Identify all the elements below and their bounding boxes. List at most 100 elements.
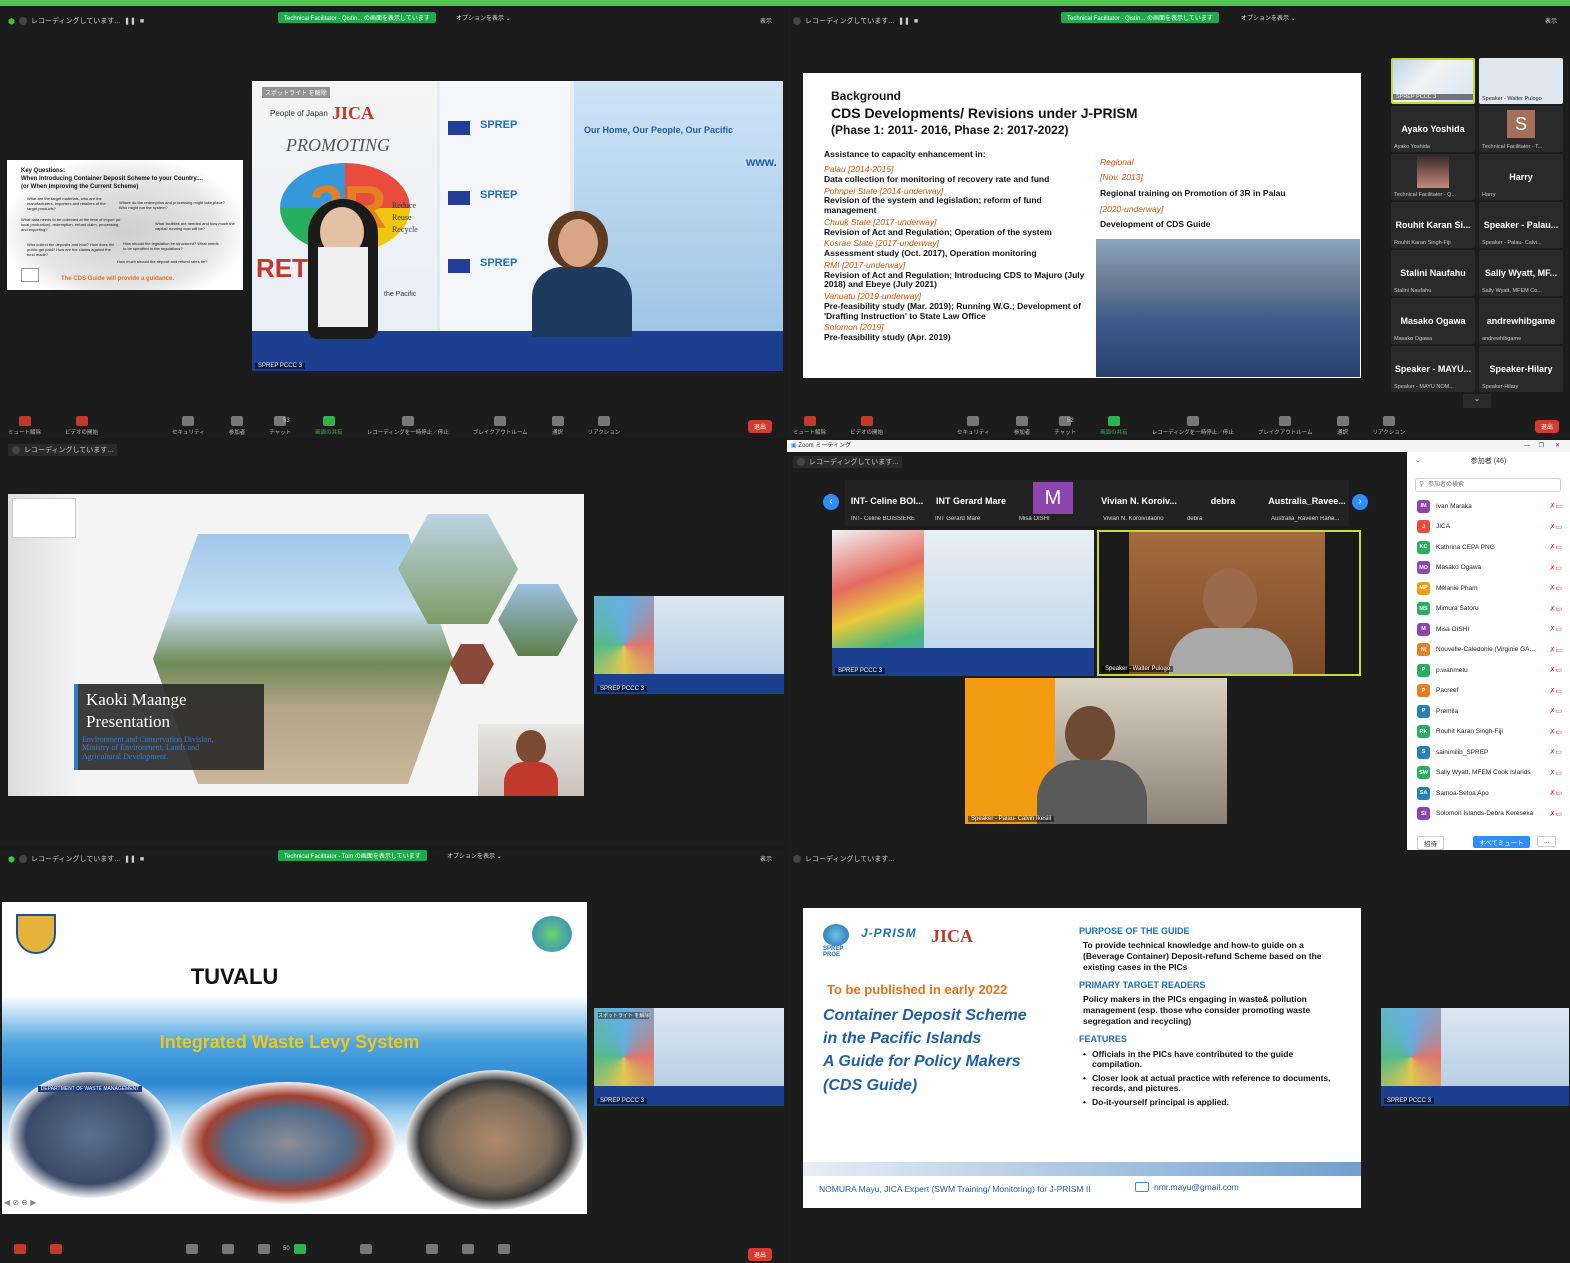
mic-muted-icon[interactable]: ✗▭ [1550, 543, 1562, 551]
mic-muted-icon[interactable]: ✗▭ [1550, 789, 1562, 797]
strip-tile[interactable]: debra debra [1181, 480, 1265, 526]
mic-muted-icon[interactable]: ✗▭ [1550, 584, 1562, 592]
participant-row[interactable]: P Premila ✗▭ [1417, 701, 1562, 721]
stop-icon[interactable]: ■ [914, 18, 918, 25]
pause-icon[interactable]: ❚❚ [124, 17, 136, 25]
share-screen-button[interactable]: 画面の共有 [315, 416, 343, 436]
reactions-button[interactable]: リアクション [1373, 416, 1405, 436]
slide-nav-controls[interactable]: ◀ ⊘ ⊖ ▶ [4, 1198, 36, 1207]
gallery-tile[interactable]: Speaker - MAYU... Speaker - MAYU NOM... [1391, 346, 1475, 392]
unmute-button[interactable]: ミュート解除 [793, 416, 826, 436]
gallery-tile[interactable]: Masako Ogawa Masako Ogawa [1391, 298, 1475, 344]
strip-tile[interactable]: Vivian N. Koroiv... Vivian N. Koroivulaon… [1097, 480, 1181, 526]
participant-row[interactable]: SA Samoa-Setoa Apo ✗▭ [1417, 783, 1562, 803]
leave-button[interactable]: 退出 [748, 420, 773, 433]
recording-control-button[interactable]: レコーディングを一時停止／停止 [367, 416, 449, 436]
pause-icon[interactable]: ❚❚ [898, 17, 910, 25]
mic-muted-icon[interactable]: ✗▭ [1550, 646, 1562, 654]
maximize-icon[interactable]: ❐ [1539, 440, 1544, 452]
close-icon[interactable]: ✕ [1555, 440, 1560, 452]
mic-muted-icon[interactable]: ✗▭ [1550, 523, 1562, 531]
start-video-button[interactable]: ビデオの開始 [65, 416, 98, 436]
gallery-tile[interactable]: Technical Facilitator - Q... [1391, 154, 1475, 200]
gallery-tile[interactable]: Ayako Yoshida Ayako Yoshida [1391, 106, 1475, 152]
participants-button[interactable]: 参加者 [1014, 416, 1030, 436]
video-walter[interactable]: Speaker - Walter Pulogo [1097, 530, 1361, 676]
leave-button[interactable]: 退出 [1535, 420, 1560, 433]
gallery-tile[interactable]: Sally Wyatt, MF... Sally Wyatt, MFEM Co..… [1479, 250, 1563, 296]
participant-search[interactable]: ⚲ [1415, 478, 1561, 492]
participant-row[interactable]: MS Mimura Satoru ✗▭ [1417, 599, 1562, 619]
leave-button[interactable]: 退出 [748, 1248, 773, 1261]
recording-control-button[interactable] [360, 1244, 372, 1254]
minimize-icon[interactable]: — [1524, 440, 1530, 452]
speaker-video-thumbnail[interactable]: SPREP PCCC 3 [594, 596, 784, 694]
stop-icon[interactable]: ■ [140, 18, 144, 25]
participants-button[interactable] [222, 1244, 234, 1254]
participant-row[interactable]: Pp.wahmetu ✗▭ [1417, 660, 1562, 680]
speaker-video-thumbnail[interactable]: SPREP PCCC 3 [1381, 1008, 1569, 1106]
mic-muted-icon[interactable]: ✗▭ [1550, 502, 1562, 510]
participants-button[interactable]: 参加者 [229, 416, 245, 436]
gallery-tile[interactable]: Speaker - Palau... Speaker - Palau- Calvi… [1479, 202, 1563, 248]
mic-muted-icon[interactable]: ✗▭ [1550, 748, 1562, 756]
gallery-tile[interactable]: Speaker-Hilary Speaker-Hilary [1479, 346, 1563, 392]
security-button[interactable] [186, 1244, 198, 1254]
participant-row[interactable]: RK Rouhit Karan Singh-Fiji ✗▭ [1417, 722, 1562, 742]
view-button[interactable]: 表示 [760, 16, 772, 25]
participant-row[interactable]: P Pacreef ✗▭ [1417, 681, 1562, 701]
breakout-button[interactable] [426, 1244, 438, 1254]
options-dropdown[interactable]: オプションを表示 ⌄ [456, 13, 511, 22]
mic-muted-icon[interactable]: ✗▭ [1550, 810, 1562, 818]
strip-tile[interactable]: INT Gerard Mare INT Gerard Mare [929, 480, 1013, 526]
participant-row[interactable]: MO Masako Ogawa ✗▭ [1417, 558, 1562, 578]
chevron-down-icon[interactable]: ⌄ [1415, 456, 1421, 464]
strip-tile[interactable]: INT- Celine BOI... INT- Celine BOISSIERE [845, 480, 929, 526]
breakout-button[interactable]: ブレイクアウトルーム [1258, 416, 1313, 436]
participant-row[interactable]: KC Kathrina CEPA PNG ✗▭ [1417, 537, 1562, 557]
next-page-icon[interactable]: › [1352, 494, 1368, 510]
mic-muted-icon[interactable]: ✗▭ [1550, 605, 1562, 613]
unmute-button[interactable] [14, 1244, 26, 1254]
options-dropdown[interactable]: オプションを表示 ⌄ [447, 851, 502, 860]
speaker-video-thumbnail[interactable]: スポットライト を解除 SPREP PCCC 3 [594, 1008, 784, 1106]
participant-row[interactable]: M Misa OISHI ✗▭ [1417, 619, 1562, 639]
mic-muted-icon[interactable]: ✗▭ [1550, 687, 1562, 695]
interpretation-button[interactable]: 通訳 [1336, 416, 1349, 436]
share-screen-button[interactable]: 画面の共有 [1100, 416, 1128, 436]
gallery-tile[interactable]: Stalini Naufahu Stalini Naufahu [1391, 250, 1475, 296]
invite-button[interactable]: 招待 [1417, 836, 1444, 850]
video-sprep[interactable]: SPREP PCCC 3 [832, 530, 1094, 676]
participant-row[interactable]: MP Mélanie Pham ✗▭ [1417, 578, 1562, 598]
gallery-tile[interactable]: andrewhibgame andrewhibgame [1479, 298, 1563, 344]
start-video-button[interactable] [50, 1244, 62, 1254]
recording-control-button[interactable]: レコーディングを一時停止／停止 [1152, 416, 1234, 436]
participant-row[interactable]: IM Ivan Maraka ✗▭ [1417, 496, 1562, 516]
spotlight-label[interactable]: スポットライト を解除 [598, 1012, 650, 1019]
presenter-video[interactable] [478, 724, 584, 796]
mic-muted-icon[interactable]: ✗▭ [1550, 728, 1562, 736]
breakout-button[interactable]: ブレイクアウトルーム [473, 416, 528, 436]
mute-all-button[interactable]: すべてミュート [1473, 836, 1530, 848]
unmute-button[interactable]: ミュート解除 [8, 416, 41, 436]
mic-muted-icon[interactable]: ✗▭ [1550, 625, 1562, 633]
participant-row[interactable]: J JICA ✗▭ [1417, 517, 1562, 537]
participant-row[interactable]: N(Nouvelle-Caledonie (Virginie GA... ✗▭ [1417, 640, 1562, 660]
start-video-button[interactable]: ビデオの開始 [850, 416, 883, 436]
strip-tile[interactable]: M Misa OISHI [1013, 480, 1097, 526]
gallery-tile[interactable]: Speaker - Walter Pulogo [1479, 58, 1563, 104]
spotlight-label[interactable]: スポットライト を解除 [262, 87, 330, 98]
view-button[interactable]: 表示 [1545, 16, 1557, 25]
participant-row[interactable]: SI Solomon Islands-Debra Kereseka ✗▭ [1417, 804, 1562, 824]
mic-muted-icon[interactable]: ✗▭ [1550, 666, 1562, 674]
participant-row[interactable]: SW Sally Wyatt, MFEM Cook Islands ✗▭ [1417, 763, 1562, 783]
mic-muted-icon[interactable]: ✗▭ [1550, 707, 1562, 715]
participant-row[interactable]: Ssainimilib_SPREP ✗▭ [1417, 742, 1562, 762]
chat-button[interactable] [258, 1244, 270, 1254]
gallery-tile[interactable]: SPREP PCCC 3 [1391, 58, 1475, 104]
mic-muted-icon[interactable]: ✗▭ [1550, 564, 1562, 572]
options-dropdown[interactable]: オプションを表示 ⌄ [1241, 13, 1296, 22]
reactions-button[interactable]: リアクション [588, 416, 620, 436]
view-button[interactable]: 表示 [760, 854, 772, 863]
stop-icon[interactable]: ■ [140, 856, 144, 863]
